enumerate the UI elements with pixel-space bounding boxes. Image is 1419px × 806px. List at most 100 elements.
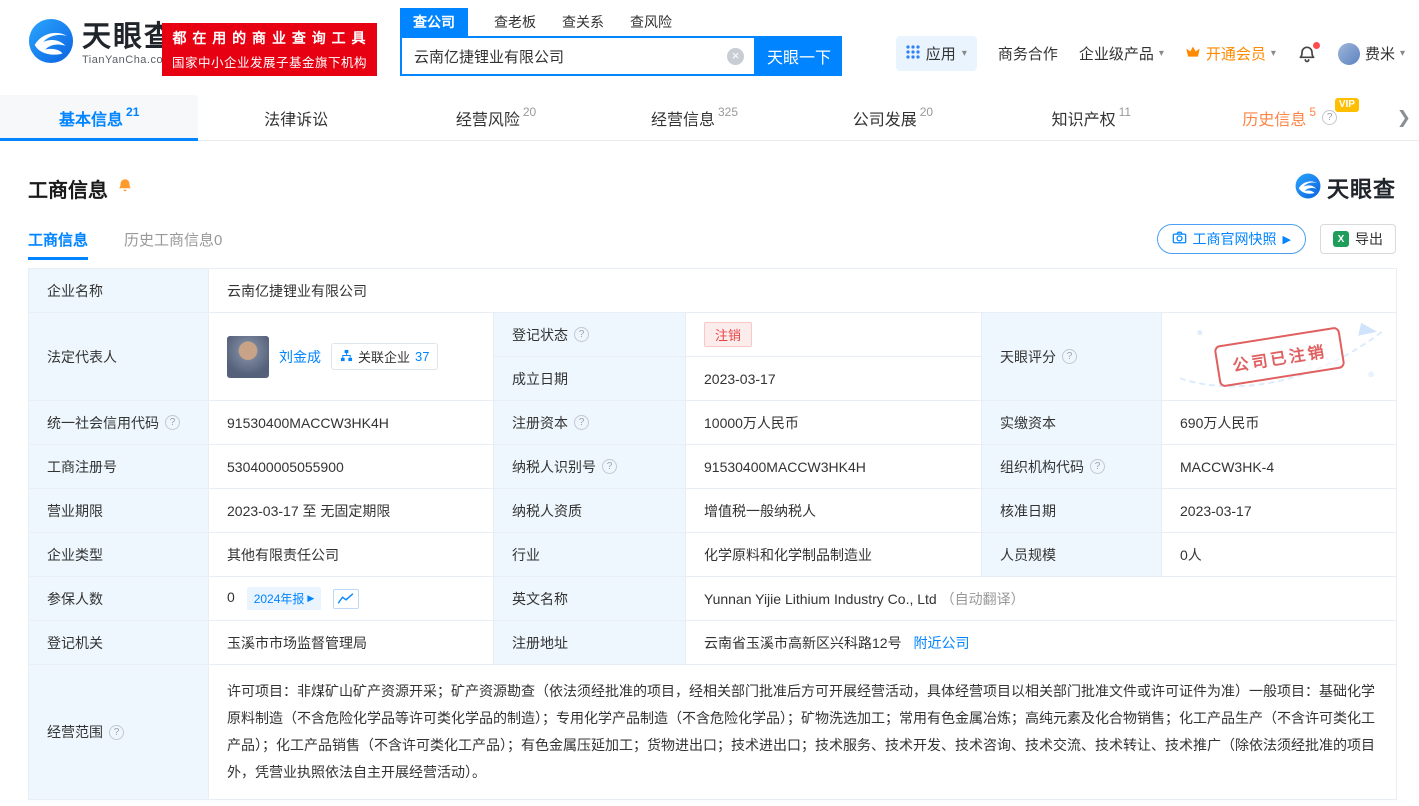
- business-scope-label: 经营范围: [47, 724, 103, 740]
- taxpayer-quality-value: 增值税一般纳税人: [704, 502, 816, 519]
- staff-size-value: 0人: [1180, 546, 1202, 563]
- apps-grid-icon: [906, 44, 920, 63]
- english-name-label: 英文名称: [512, 590, 568, 607]
- subtab-business-info[interactable]: 工商信息: [28, 218, 89, 260]
- business-scope-value: 许可项目：非煤矿山矿产资源开采；矿产资源勘查（依法须经批准的项目，经相关部门批准…: [227, 683, 1375, 780]
- monitor-bell-icon[interactable]: [116, 177, 134, 200]
- snapshot-button[interactable]: 工商官网快照 ▶: [1156, 224, 1306, 254]
- tab-count: 5: [1309, 104, 1317, 119]
- search-tabs: 查公司 查老板 查关系 查风险: [400, 8, 842, 36]
- taxpayer-id-label: 纳税人识别号: [512, 458, 596, 475]
- slogan-line1: 都 在 用 的 商 业 查 询 工 具: [172, 30, 367, 46]
- snapshot-label: 工商官网快照: [1192, 231, 1277, 247]
- apps-label: 应用: [925, 46, 956, 63]
- tab-count: 21: [126, 104, 140, 119]
- subtab-history-business-info[interactable]: 历史工商信息0: [124, 218, 222, 260]
- tab-operating-risk[interactable]: 经营风险 20: [397, 95, 595, 140]
- watermark-brand-name: 天眼查: [1326, 177, 1396, 202]
- tyc-score-label: 天眼评分: [1000, 348, 1056, 365]
- tab-label: 公司发展: [852, 111, 917, 129]
- tianyancha-watermark: 天眼查: [1295, 172, 1396, 204]
- tianyancha-logo-icon-small: [1295, 173, 1321, 204]
- search-tab-relation[interactable]: 查关系: [562, 8, 604, 36]
- help-icon[interactable]: ?: [109, 724, 124, 740]
- tab-history-info[interactable]: 历史信息 5 ? VIP: [1191, 95, 1389, 140]
- related-companies-badge[interactable]: 关联企业 37: [331, 343, 439, 370]
- tab-legal-litigation[interactable]: 法律诉讼: [198, 95, 396, 140]
- search-tab-company[interactable]: 查公司: [400, 8, 468, 36]
- related-companies-count: 37: [415, 349, 430, 364]
- establish-date-value: 2023-03-17: [704, 370, 776, 387]
- search-clear-icon[interactable]: ×: [727, 48, 744, 65]
- header: 天眼查 TianYanCha.com 都 在 用 的 商 业 查 询 工 具 国…: [0, 0, 1419, 95]
- tab-company-development[interactable]: 公司发展 20: [794, 95, 992, 140]
- tab-basic-info[interactable]: 基本信息 21: [0, 95, 199, 141]
- user-avatar: [1337, 42, 1360, 65]
- tab-label: 法律诉讼: [264, 111, 329, 129]
- tab-label: 基本信息: [59, 111, 124, 129]
- approval-date-label: 核准日期: [1000, 502, 1056, 519]
- slogan-banner: 都 在 用 的 商 业 查 询 工 具 国家中小企业发展子基金旗下机构: [162, 23, 378, 76]
- export-button[interactable]: X 导出: [1320, 224, 1396, 254]
- caret-down-icon: ▾: [1158, 48, 1164, 59]
- business-info-table: 企业名称 云南亿捷锂业有限公司 法定代表人 刘金成 关联企业 37 登记状态 ?…: [28, 268, 1398, 800]
- reg-number-label: 工商注册号: [47, 458, 117, 475]
- org-code-value: MACCW3HK-4: [1180, 458, 1275, 475]
- tab-count: 20: [522, 104, 537, 119]
- legal-rep-photo[interactable]: [227, 335, 269, 378]
- search-area: 查公司 查老板 查关系 查风险 × 天眼一下: [400, 8, 842, 76]
- org-code-label: 组织机构代码: [1000, 458, 1084, 475]
- help-icon[interactable]: ?: [1062, 349, 1077, 364]
- paid-capital-value: 690万人民币: [1180, 414, 1260, 431]
- chevron-right-icon[interactable]: ❯: [1397, 108, 1411, 128]
- vip-crown-icon: [1185, 45, 1201, 63]
- snapshot-camera-icon: [1172, 231, 1187, 247]
- reg-status-badge: 注销: [704, 322, 753, 347]
- trend-chart-icon[interactable]: [333, 588, 360, 609]
- credit-code-value: 91530400MACCW3HK4H: [227, 414, 389, 431]
- nav-business-cooperation[interactable]: 商务合作: [998, 43, 1058, 64]
- industry-label: 行业: [512, 546, 540, 563]
- notifications-bell[interactable]: [1297, 41, 1320, 64]
- table-row: 企业名称 云南亿捷锂业有限公司: [28, 268, 1398, 313]
- search-box: ×: [400, 36, 756, 76]
- help-icon[interactable]: ?: [602, 459, 617, 474]
- section-head: 工商信息 天眼查: [28, 172, 1396, 204]
- user-menu[interactable]: 费米 ▾: [1337, 42, 1405, 65]
- tianyancha-logo[interactable]: 天眼查 TianYanCha.com: [28, 18, 175, 69]
- search-tab-boss[interactable]: 查老板: [494, 8, 536, 36]
- search-tab-risk[interactable]: 查风险: [630, 8, 672, 36]
- tab-operating-info[interactable]: 经营信息 325: [595, 95, 793, 140]
- table-row: 企业类型 其他有限责任公司 行业 化学原料和化学制品制造业 人员规模 0人: [28, 532, 1398, 577]
- credit-code-label: 统一社会信用代码: [47, 414, 159, 431]
- insured-label: 参保人数: [47, 590, 103, 607]
- search-input[interactable]: [400, 36, 756, 76]
- help-icon[interactable]: ?: [574, 327, 589, 342]
- apps-menu[interactable]: 应用 ▾: [895, 36, 977, 71]
- nav-open-vip[interactable]: 开通会员 ▾: [1185, 43, 1276, 64]
- taxpayer-id-value: 91530400MACCW3HK4H: [704, 458, 866, 475]
- paid-capital-label: 实缴资本: [1000, 414, 1056, 431]
- table-row: 经营范围? 许可项目：非煤矿山矿产资源开采；矿产资源勘查（依法须经批准的项目，经…: [28, 664, 1398, 800]
- nav-enterprise-products[interactable]: 企业级产品 ▾: [1079, 43, 1164, 64]
- search-button[interactable]: 天眼一下: [756, 36, 842, 76]
- tab-label: 经营信息: [650, 111, 715, 129]
- business-term-value: 2023-03-17 至 无固定期限: [227, 502, 391, 519]
- section-title: 工商信息: [28, 179, 108, 202]
- company-name-label: 企业名称: [47, 282, 103, 299]
- nearby-companies-link[interactable]: 附近公司: [913, 635, 969, 651]
- help-icon[interactable]: ?: [1322, 110, 1338, 125]
- tab-intellectual-property[interactable]: 知识产权 11: [992, 95, 1190, 140]
- reg-status-label: 登记状态: [512, 326, 568, 343]
- table-row: 营业期限 2023-03-17 至 无固定期限 纳税人资质 增值税一般纳税人 核…: [28, 488, 1398, 533]
- legal-rep-name-link[interactable]: 刘金成: [279, 347, 321, 367]
- registry-label: 登记机关: [47, 634, 103, 651]
- help-icon[interactable]: ?: [165, 415, 180, 430]
- help-icon[interactable]: ?: [1090, 459, 1105, 474]
- industry-value: 化学原料和化学制品制造业: [704, 546, 872, 563]
- table-row: 登记机关 玉溪市市场监督管理局 注册地址 云南省玉溪市高新区兴科路12号 附近公…: [28, 620, 1398, 665]
- annual-report-tag[interactable]: 2024年报 ▶: [246, 587, 322, 610]
- table-row: 参保人数 0 2024年报 ▶ 英文名称 Yunnan Yijie Lithiu…: [28, 576, 1398, 621]
- help-icon[interactable]: ?: [574, 415, 589, 430]
- notification-dot: [1312, 41, 1320, 49]
